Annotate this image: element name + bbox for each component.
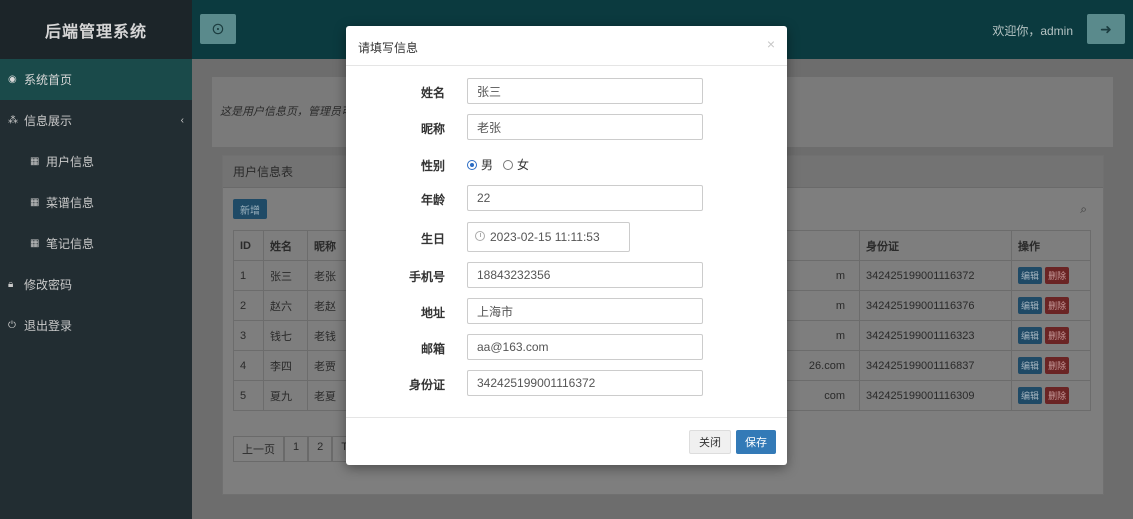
edit-user-modal: 请填写信息 × 姓名 昵称 性别 男 女 年龄 生日 手机号 地址 邮箱 [346, 26, 787, 465]
gender-male-radio[interactable] [467, 159, 477, 170]
form-row-address: 地址 [346, 298, 787, 324]
gender-female-radio[interactable] [503, 159, 514, 170]
close-icon[interactable]: × [767, 36, 775, 52]
birthday-field[interactable] [467, 222, 630, 252]
idcard-field[interactable] [467, 370, 703, 396]
form-row-name: 姓名 [346, 78, 787, 104]
nickname-label: 昵称 [420, 122, 445, 136]
form-row-gender: 性别 男 女 [346, 151, 787, 177]
form-row-age: 年龄 [346, 185, 787, 211]
save-button[interactable]: 保存 [736, 430, 776, 454]
form-row-idcard: 身份证 [346, 370, 787, 396]
age-label: 年龄 [420, 193, 445, 207]
form-row-email: 邮箱 [346, 334, 787, 360]
address-label: 地址 [420, 306, 445, 320]
address-field[interactable] [467, 298, 703, 324]
gender-label: 性别 [420, 159, 445, 173]
gender-female-label: 女 [517, 158, 530, 172]
birthday-label: 生日 [420, 232, 445, 246]
form-row-birthday: 生日 [346, 222, 787, 252]
gender-male-label: 男 [481, 158, 494, 172]
clock-icon [475, 231, 485, 241]
phone-label: 手机号 [408, 270, 445, 284]
modal-header: 请填写信息 × [346, 26, 787, 66]
name-field[interactable] [467, 78, 703, 104]
phone-field[interactable] [467, 262, 703, 288]
nickname-field[interactable] [467, 114, 703, 140]
name-label: 姓名 [420, 86, 445, 100]
modal-title: 请填写信息 [358, 41, 419, 55]
modal-footer: 关闭 保存 [346, 417, 787, 465]
form-row-nickname: 昵称 [346, 114, 787, 140]
email-field[interactable] [467, 334, 703, 360]
gender-radio-group: 男 女 [467, 156, 529, 173]
age-field[interactable] [467, 185, 703, 211]
form-row-phone: 手机号 [346, 262, 787, 288]
email-label: 邮箱 [420, 342, 445, 356]
close-button[interactable]: 关闭 [689, 430, 731, 454]
idcard-label: 身份证 [408, 378, 445, 392]
